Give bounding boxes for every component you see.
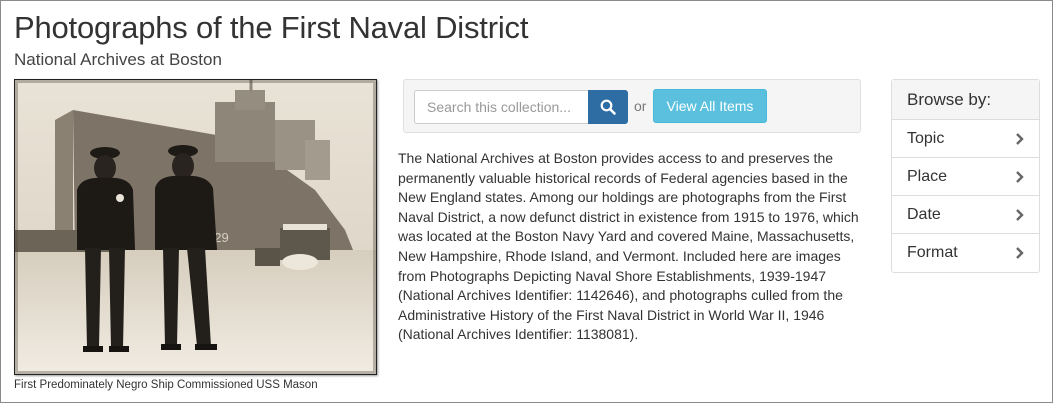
- browse-item-place[interactable]: Place: [892, 158, 1039, 196]
- or-separator: or: [634, 98, 647, 114]
- browse-item-topic[interactable]: Topic: [892, 120, 1039, 158]
- search-icon: [600, 99, 616, 115]
- chevron-right-icon: [1016, 208, 1024, 221]
- search-button[interactable]: [588, 90, 628, 124]
- photo-caption: First Predominately Negro Ship Commissio…: [14, 379, 318, 391]
- browse-item-label: Format: [907, 244, 958, 261]
- page-subtitle: National Archives at Boston: [14, 50, 222, 69]
- collection-photo[interactable]: 529: [14, 79, 377, 375]
- ship-photo-image: 529: [15, 80, 376, 374]
- search-panel: or View All Items: [403, 79, 861, 133]
- browse-item-format[interactable]: Format: [892, 234, 1039, 272]
- browse-heading: Browse by:: [892, 80, 1039, 120]
- browse-item-label: Date: [907, 205, 941, 223]
- view-all-items-button[interactable]: View All Items: [653, 89, 767, 123]
- collection-description: The National Archives at Boston provides…: [398, 150, 859, 343]
- chevron-right-icon: [1016, 170, 1024, 183]
- browse-item-date[interactable]: Date: [892, 196, 1039, 234]
- browse-item-label: Topic: [907, 129, 945, 147]
- browse-item-label: Place: [907, 167, 948, 185]
- search-input[interactable]: [414, 90, 588, 124]
- chevron-right-icon: [1016, 247, 1024, 259]
- page-title: Photographs of the First Naval District: [14, 10, 529, 45]
- chevron-right-icon: [1016, 132, 1024, 145]
- browse-panel: Browse by: Topic Place Date Format: [891, 79, 1040, 273]
